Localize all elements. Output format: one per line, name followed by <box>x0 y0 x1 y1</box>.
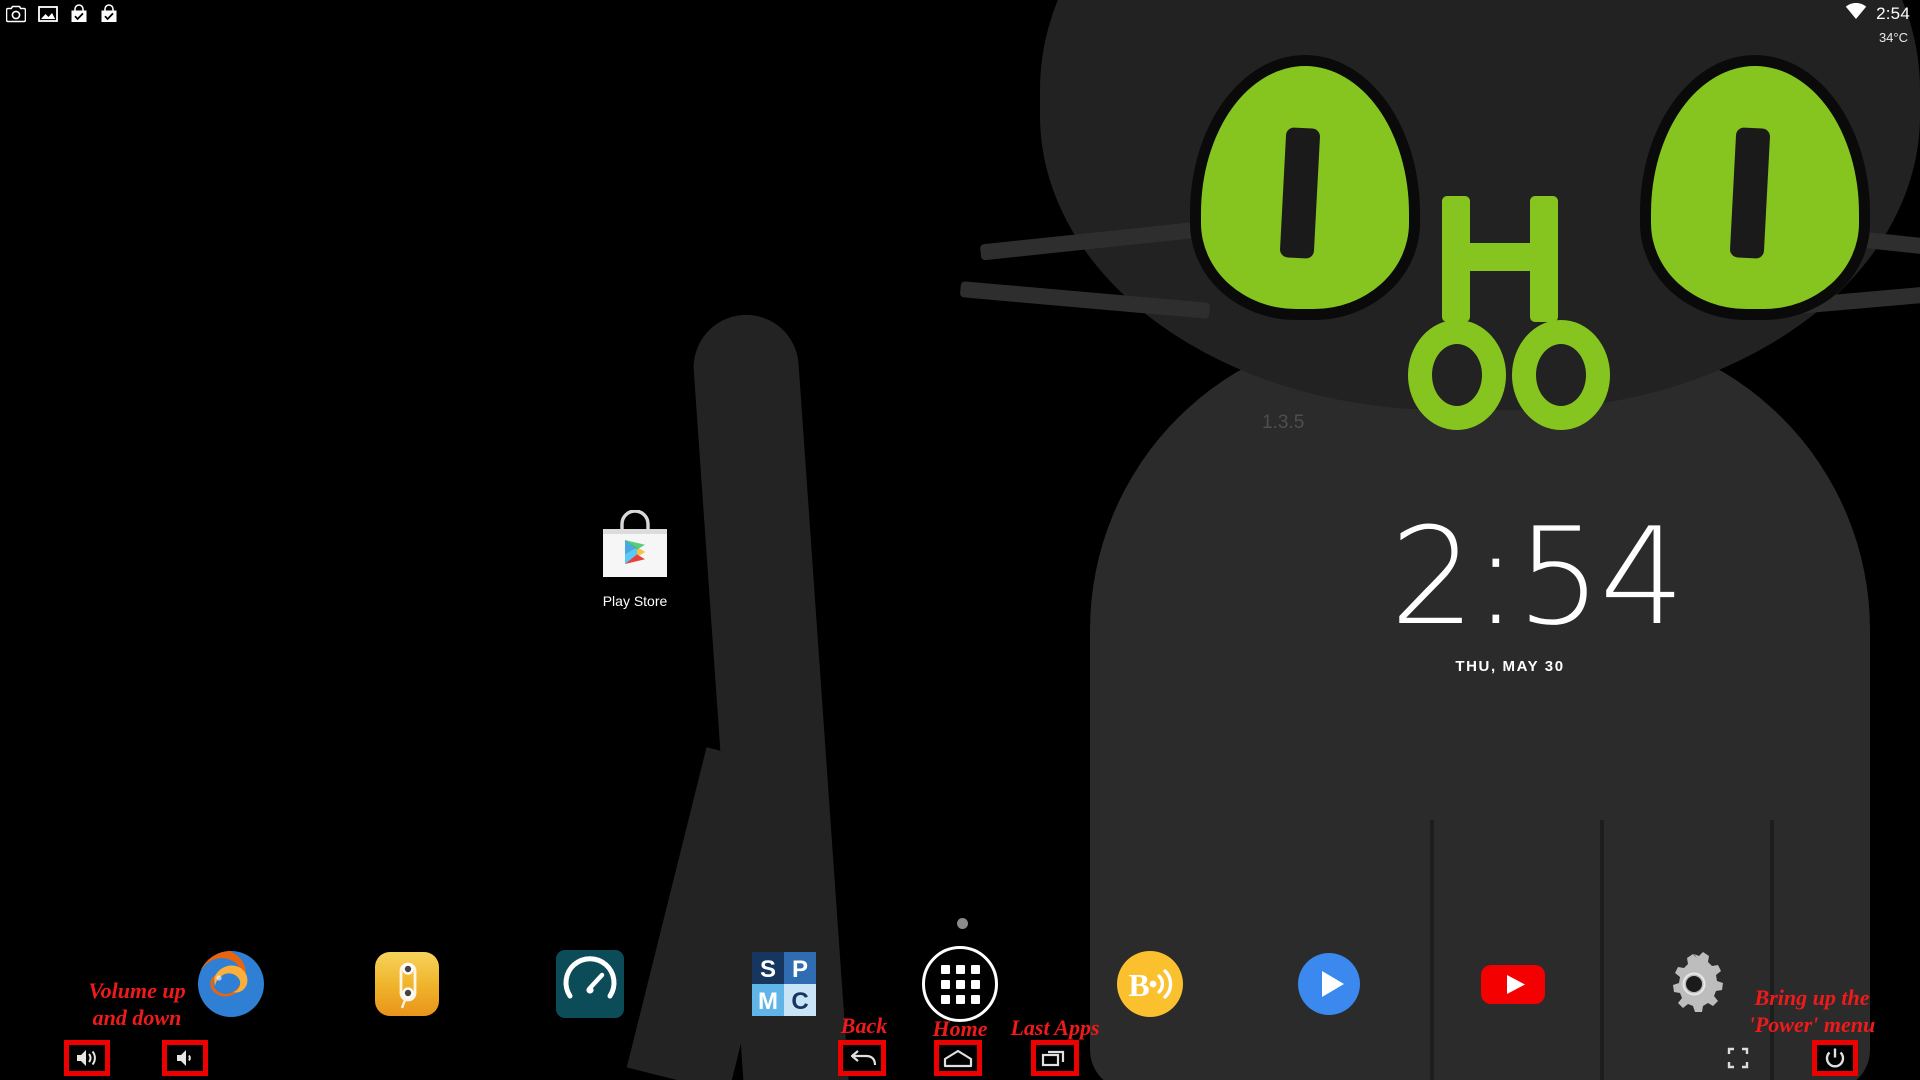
youtube-app-icon[interactable] <box>1477 948 1549 1020</box>
clock-widget-time: 2:54 <box>1390 499 1685 655</box>
firefox-app-icon[interactable] <box>195 948 267 1020</box>
volume-up-icon <box>77 1050 96 1066</box>
page-indicator-dot[interactable] <box>957 918 968 929</box>
annotation-last-apps: Last Apps <box>1010 1015 1100 1040</box>
app-drawer-dots-icon <box>940 964 980 1004</box>
image-saved-icon <box>38 5 58 28</box>
gear-icon <box>1673 952 1723 1012</box>
volume-down-button[interactable] <box>162 1040 208 1076</box>
home-house-icon <box>943 1049 973 1068</box>
clock-widget-date: THU, MAY 30 <box>1455 658 1565 675</box>
screenshot-camera-icon <box>5 5 27 28</box>
status-bar[interactable]: 2:54 34°C <box>0 0 1920 45</box>
home-button[interactable] <box>934 1040 982 1076</box>
annotation-power: Bring up the 'Power' menu <box>1748 985 1876 1037</box>
wifi-icon <box>1845 2 1867 25</box>
play-store-download-complete-icon-2 <box>100 4 118 28</box>
svg-text:B: B <box>1128 967 1149 1003</box>
fullscreen-button[interactable] <box>1715 1040 1761 1076</box>
back-button[interactable] <box>838 1040 886 1076</box>
status-bar-temperature: 34°C <box>1878 30 1908 45</box>
fullscreen-brackets-icon <box>1727 1047 1749 1069</box>
power-button[interactable] <box>1812 1040 1858 1076</box>
status-bar-clock: 2:54 <box>1876 4 1910 23</box>
svg-text:M: M <box>758 988 778 1015</box>
pin-app-icon[interactable] <box>371 948 443 1020</box>
app-drawer-button[interactable] <box>922 946 998 1022</box>
svg-text:S: S <box>760 956 776 983</box>
back-arrow-icon <box>850 1050 877 1066</box>
volume-down-icon <box>177 1050 191 1066</box>
play-store-app-icon[interactable]: Play Store <box>585 509 685 609</box>
svg-text:C: C <box>791 988 808 1015</box>
annotation-home: Home <box>932 1016 988 1041</box>
video-player-app-icon[interactable] <box>1293 948 1365 1020</box>
rom-version-label: 1.3.5 <box>1262 412 1305 433</box>
annotation-volume: Volume up and down <box>88 978 186 1030</box>
recent-apps-icon <box>1041 1050 1065 1067</box>
spmc-app-icon[interactable]: S P M C <box>748 948 820 1020</box>
clock-widget[interactable]: 2:54 THU, MAY 30 <box>1390 499 1685 675</box>
power-icon <box>1825 1048 1845 1068</box>
settings-gear-app-icon[interactable] <box>1658 948 1730 1020</box>
volume-up-button[interactable] <box>64 1040 110 1076</box>
play-store-download-complete-icon-1 <box>70 4 88 28</box>
last-apps-button[interactable] <box>1031 1040 1079 1076</box>
bubbleupnp-app-icon[interactable]: B <box>1114 948 1186 1020</box>
annotation-back: Back <box>840 1013 888 1038</box>
play-store-app-label: Play Store <box>602 593 668 609</box>
play-store-bag-icon <box>603 509 667 577</box>
speedtest-app-icon[interactable] <box>554 948 626 1020</box>
svg-text:P: P <box>792 956 808 983</box>
android-home-screen: 2:54 34°C 1.3.5 2:54 THU, MAY 30 Play St… <box>0 0 1920 1080</box>
